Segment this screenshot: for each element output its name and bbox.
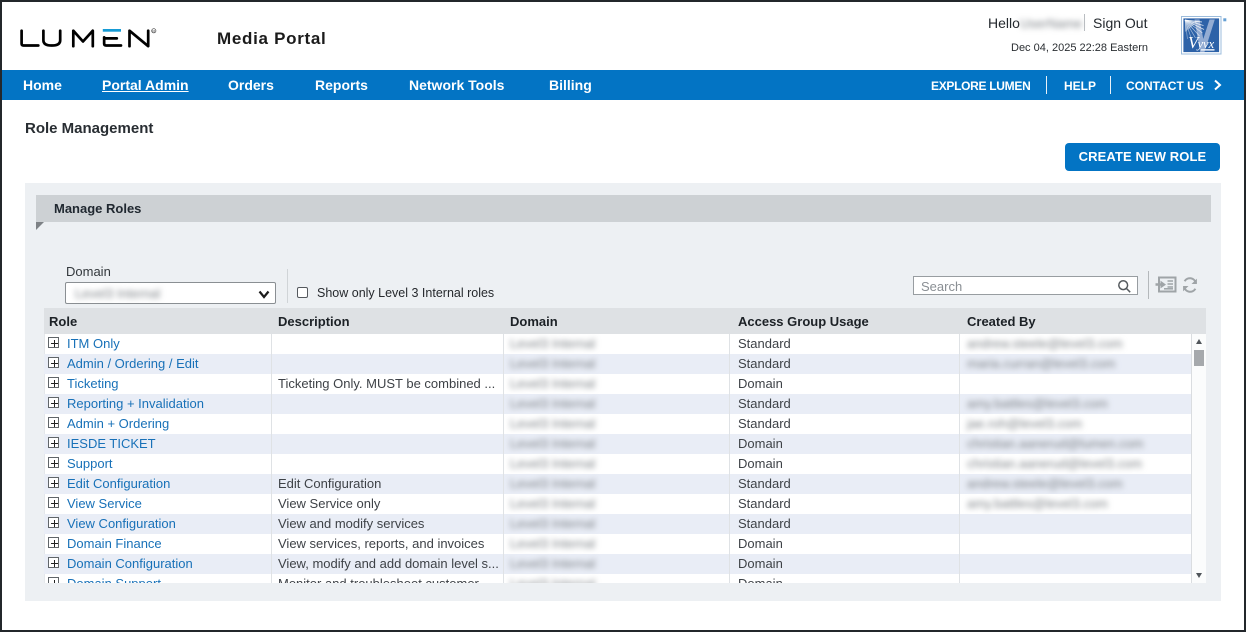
svg-text:yvx: yvx [1196,37,1215,51]
svg-text:R: R [152,29,155,33]
